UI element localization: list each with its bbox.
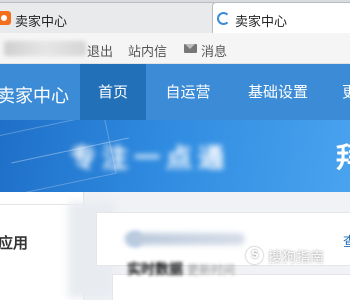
top-utility-bar: 退出 站内信 消息 — [0, 33, 350, 64]
realtime-data-card: 实时数据 更新时间 — [112, 262, 350, 300]
mail-icon — [184, 44, 197, 53]
data-card-updated: 更新时间 — [187, 263, 236, 277]
banner-text-blurred: 专注一点通 — [70, 144, 231, 174]
loading-spinner-icon — [217, 12, 230, 25]
logout-link[interactable]: 退出 — [87, 41, 113, 60]
notifications-link[interactable]: 消息 — [201, 41, 227, 60]
site-messages-link[interactable]: 站内信 — [128, 41, 167, 60]
taobao-favicon-icon — [0, 11, 11, 25]
tab-title: 卖家中心 — [15, 15, 68, 30]
nav-item-home[interactable]: 首页 — [80, 64, 146, 120]
data-card-title: 实时数据 — [127, 262, 183, 278]
nav-item-more[interactable]: 更 — [342, 64, 350, 120]
tab-title: 卖家中心 — [235, 15, 288, 30]
banner-tail-glyph: 拜 — [336, 136, 350, 176]
nav-item-self-operation[interactable]: 自运营 — [152, 64, 224, 120]
sidebar-title: 应用 — [0, 234, 29, 252]
sogou-logo-icon — [246, 247, 263, 264]
browser-tab-seller-center-active[interactable]: 卖家中心 — [212, 2, 350, 34]
main-header: 卖家中心 首页 自运营 基础设置 更 — [0, 64, 350, 120]
promo-banner[interactable]: 专注一点通 拜 — [0, 120, 350, 192]
browser-tab-seller-center[interactable]: 卖家中心 × — [0, 2, 232, 33]
nav-item-basic-settings[interactable]: 基础设置 — [238, 64, 318, 120]
view-more-link[interactable]: 查 — [343, 231, 350, 250]
brand-title[interactable]: 卖家中心 — [0, 82, 69, 108]
watermark-text: 搜狗指南 — [268, 250, 324, 266]
main-content: 应用 查 实时数据 更新时间 — [0, 192, 350, 300]
browser-tab-strip: 卖家中心 × 卖家中心 — [0, 0, 350, 34]
announcement-text-blurred — [125, 233, 245, 245]
username-blurred — [4, 41, 86, 56]
